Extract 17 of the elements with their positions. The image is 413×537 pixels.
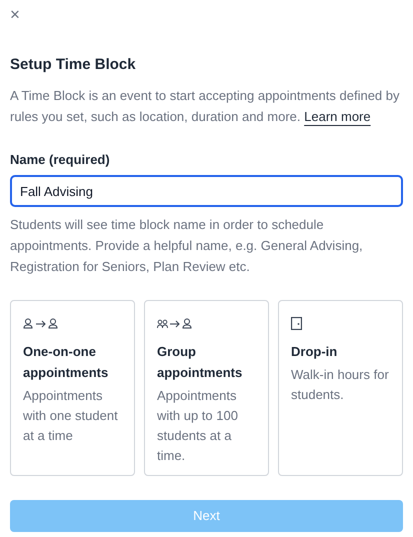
card-title: Group appointments (157, 343, 244, 382)
name-input-field[interactable]: Fall Advising (10, 175, 403, 207)
appointment-type-card[interactable]: Group appointments Appointments with up to 100 students at a time. (144, 300, 269, 476)
door-icon (291, 317, 302, 330)
description-text: A Time Block is an event to start accepting appointments defined by rules you set, such as location, duration and more. Learn more (10, 87, 400, 126)
learn-more-link[interactable]: Learn more (304, 109, 371, 124)
card-description: Appointments with up to 100 students at a time. (157, 387, 239, 465)
helper-text: Students will see time block name in order to schedule appointments. Provide a helpful name, e.g. General Advising, Registration for Seniors, Plan Review etc. (10, 216, 364, 276)
card-title: Drop-in (291, 343, 338, 361)
close-button[interactable]: × (10, 5, 20, 25)
card-title: One-on-one appointments (23, 343, 110, 382)
field-label: Name (required) (10, 151, 111, 169)
appointment-type-card[interactable]: Drop-in Walk-in hours for students. (278, 300, 403, 476)
card-description: Appointments with one student at a time (23, 387, 119, 445)
card-description: Walk-in hours for students. (291, 366, 390, 404)
appointment-type-card[interactable]: One-on-one appointments Appointments with one student at a time (10, 300, 135, 476)
dialog-title: Setup Time Block (10, 55, 137, 75)
